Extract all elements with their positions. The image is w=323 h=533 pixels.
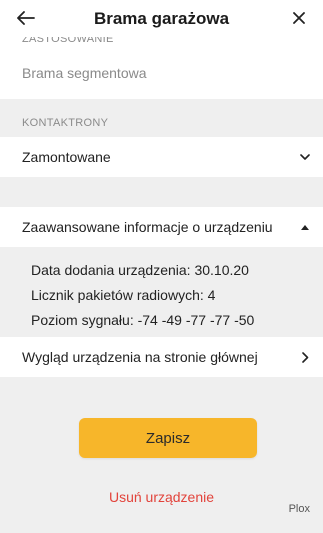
delete-device-button[interactable]: Usuń urządzenie — [0, 489, 323, 505]
appearance-row[interactable]: Wygląd urządzenia na stronie głównej — [0, 337, 323, 377]
arrow-left-icon — [17, 11, 35, 25]
usage-field: ZASTOSOWANIE Brama segmentowa — [0, 33, 323, 99]
contacts-label: KONTAKTRONY — [22, 117, 109, 129]
date-added-line: Data dodania urządzenia: 30.10.20 — [31, 262, 249, 278]
page-title: Brama garażowa — [93, 9, 230, 28]
chevron-down-icon — [287, 137, 323, 177]
usage-value: Brama segmentowa — [22, 65, 147, 81]
close-icon — [293, 12, 305, 24]
back-button[interactable] — [14, 6, 38, 30]
chevron-right-icon — [287, 337, 323, 377]
radio-packets-line: Licznik pakietów radiowych: 4 — [31, 287, 216, 303]
signal-level-line: Poziom sygnału: -74 -49 -77 -77 -50 — [31, 312, 255, 328]
advanced-info-label: Zaawansowane informacje o urządzeniu — [22, 219, 273, 235]
save-button[interactable]: Zapisz — [79, 418, 257, 458]
advanced-info-toggle[interactable]: Zaawansowane informacje o urządzeniu — [0, 207, 323, 247]
chevron-up-icon — [287, 207, 323, 247]
brand-label: Plox — [288, 503, 310, 515]
app-header: Brama garażowa — [0, 0, 323, 37]
contacts-select[interactable]: Zamontowane — [0, 137, 323, 177]
close-button[interactable] — [287, 6, 311, 30]
contacts-value: Zamontowane — [22, 149, 111, 165]
appearance-label: Wygląd urządzenia na stronie głównej — [22, 349, 258, 365]
